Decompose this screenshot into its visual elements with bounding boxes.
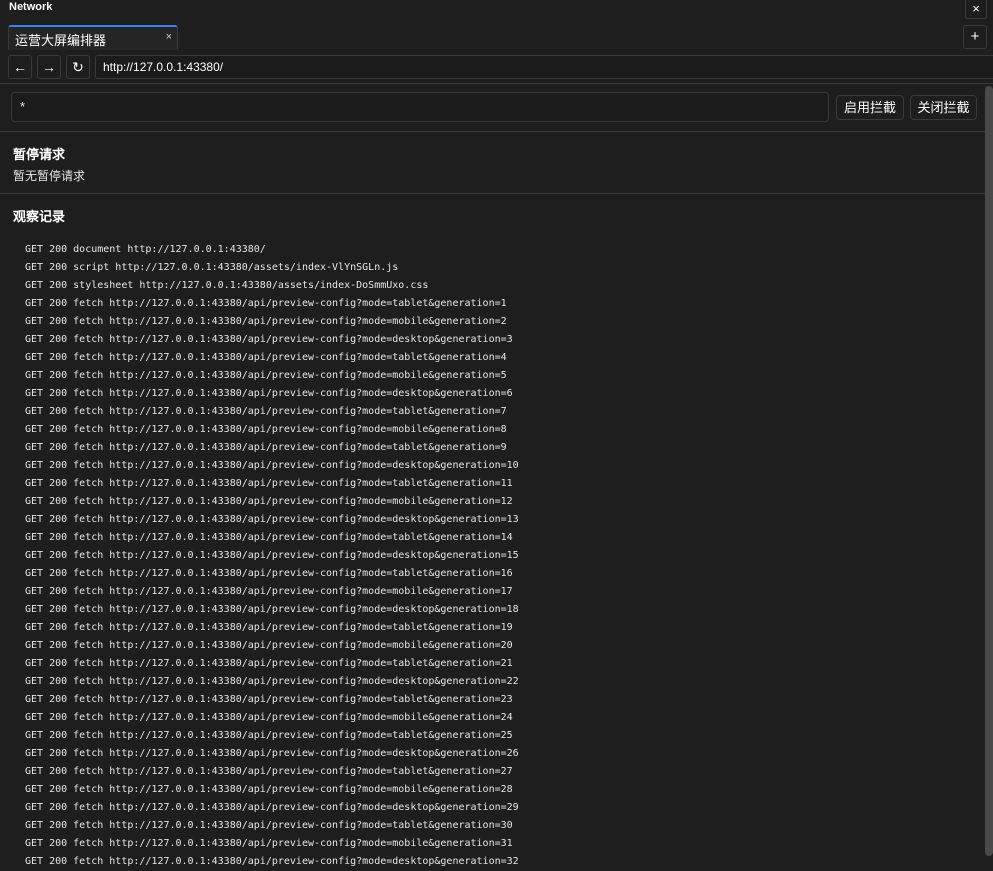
- log-entry: GET 200 fetch http://127.0.0.1:43380/api…: [25, 334, 513, 345]
- arrow-right-icon: →: [42, 59, 56, 75]
- arrow-left-icon: ←: [13, 59, 27, 75]
- log-entry: GET 200 fetch http://127.0.0.1:43380/api…: [25, 460, 519, 471]
- log-entry: GET 200 fetch http://127.0.0.1:43380/api…: [25, 802, 519, 813]
- observed-log-section: 观察记录 GET 200 document http://127.0.0.1:4…: [0, 194, 985, 871]
- observed-log-title: 观察记录: [13, 209, 66, 224]
- tab-dashboard-editor[interactable]: 运营大屏编排器 ×: [8, 25, 178, 50]
- tab-bar: 运营大屏编排器 × +: [0, 22, 993, 52]
- navigation-bar: ← → ↻ http://127.0.0.1:43380/: [0, 51, 993, 84]
- log-entry: GET 200 fetch http://127.0.0.1:43380/api…: [25, 370, 507, 381]
- reload-icon: ↻: [72, 59, 84, 75]
- log-entry: GET 200 fetch http://127.0.0.1:43380/api…: [25, 514, 519, 525]
- log-entry: GET 200 fetch http://127.0.0.1:43380/api…: [25, 748, 519, 759]
- plus-icon: +: [970, 28, 980, 45]
- log-entry: GET 200 fetch http://127.0.0.1:43380/api…: [25, 856, 519, 867]
- new-tab-button[interactable]: +: [963, 25, 987, 49]
- log-entry: GET 200 stylesheet http://127.0.0.1:4338…: [25, 280, 429, 291]
- log-entry: GET 200 fetch http://127.0.0.1:43380/api…: [25, 640, 513, 651]
- log-entry: GET 200 fetch http://127.0.0.1:43380/api…: [25, 820, 513, 831]
- close-icon: ×: [972, 1, 980, 16]
- enable-intercept-button[interactable]: 启用拦截: [836, 95, 904, 120]
- log-entry: GET 200 fetch http://127.0.0.1:43380/api…: [25, 442, 507, 453]
- log-entry: GET 200 fetch http://127.0.0.1:43380/api…: [25, 352, 507, 363]
- tab-close-icon[interactable]: ×: [166, 31, 172, 43]
- log-entry: GET 200 fetch http://127.0.0.1:43380/api…: [25, 658, 513, 669]
- disable-intercept-button[interactable]: 关闭拦截: [910, 95, 977, 120]
- log-entry: GET 200 document http://127.0.0.1:43380/: [25, 244, 266, 255]
- reload-button[interactable]: ↻: [66, 55, 90, 79]
- log-entry: GET 200 fetch http://127.0.0.1:43380/api…: [25, 388, 513, 399]
- log-entry: GET 200 fetch http://127.0.0.1:43380/api…: [25, 712, 513, 723]
- paused-requests-section: 暂停请求 暂无暂停请求: [0, 132, 985, 194]
- log-entry: GET 200 fetch http://127.0.0.1:43380/api…: [25, 298, 507, 309]
- paused-requests-title: 暂停请求: [13, 147, 66, 162]
- log-entry: GET 200 fetch http://127.0.0.1:43380/api…: [25, 496, 513, 507]
- log-entry: GET 200 fetch http://127.0.0.1:43380/api…: [25, 694, 513, 705]
- intercept-pattern-input[interactable]: *: [11, 92, 829, 122]
- request-log-list: GET 200 document http://127.0.0.1:43380/…: [25, 241, 519, 871]
- log-entry: GET 200 fetch http://127.0.0.1:43380/api…: [25, 604, 519, 615]
- tab-label: 运营大屏编排器: [15, 33, 107, 48]
- window-titlebar: Network ×: [0, 0, 993, 23]
- log-entry: GET 200 fetch http://127.0.0.1:43380/api…: [25, 406, 507, 417]
- back-button[interactable]: ←: [8, 55, 32, 79]
- log-entry: GET 200 fetch http://127.0.0.1:43380/api…: [25, 532, 513, 543]
- url-input[interactable]: http://127.0.0.1:43380/: [95, 55, 993, 79]
- log-entry: GET 200 fetch http://127.0.0.1:43380/api…: [25, 838, 513, 849]
- filter-row: * 启用拦截 关闭拦截: [0, 84, 985, 132]
- network-panel: * 启用拦截 关闭拦截 暂停请求 暂无暂停请求 观察记录 GET 200 doc…: [0, 84, 985, 871]
- log-entry: GET 200 fetch http://127.0.0.1:43380/api…: [25, 784, 513, 795]
- log-entry: GET 200 fetch http://127.0.0.1:43380/api…: [25, 568, 513, 579]
- window-title: Network: [9, 1, 53, 13]
- log-entry: GET 200 fetch http://127.0.0.1:43380/api…: [25, 730, 513, 741]
- log-entry: GET 200 fetch http://127.0.0.1:43380/api…: [25, 550, 519, 561]
- log-entry: GET 200 fetch http://127.0.0.1:43380/api…: [25, 478, 513, 489]
- close-window-button[interactable]: ×: [965, 0, 987, 19]
- log-entry: GET 200 fetch http://127.0.0.1:43380/api…: [25, 766, 513, 777]
- log-entry: GET 200 fetch http://127.0.0.1:43380/api…: [25, 316, 507, 327]
- log-entry: GET 200 fetch http://127.0.0.1:43380/api…: [25, 676, 519, 687]
- forward-button[interactable]: →: [37, 55, 61, 79]
- scrollbar-thumb[interactable]: [985, 86, 993, 856]
- paused-requests-empty: 暂无暂停请求: [13, 169, 86, 183]
- log-entry: GET 200 fetch http://127.0.0.1:43380/api…: [25, 586, 513, 597]
- log-entry: GET 200 fetch http://127.0.0.1:43380/api…: [25, 622, 513, 633]
- log-entry: GET 200 fetch http://127.0.0.1:43380/api…: [25, 424, 507, 435]
- log-entry: GET 200 script http://127.0.0.1:43380/as…: [25, 262, 399, 273]
